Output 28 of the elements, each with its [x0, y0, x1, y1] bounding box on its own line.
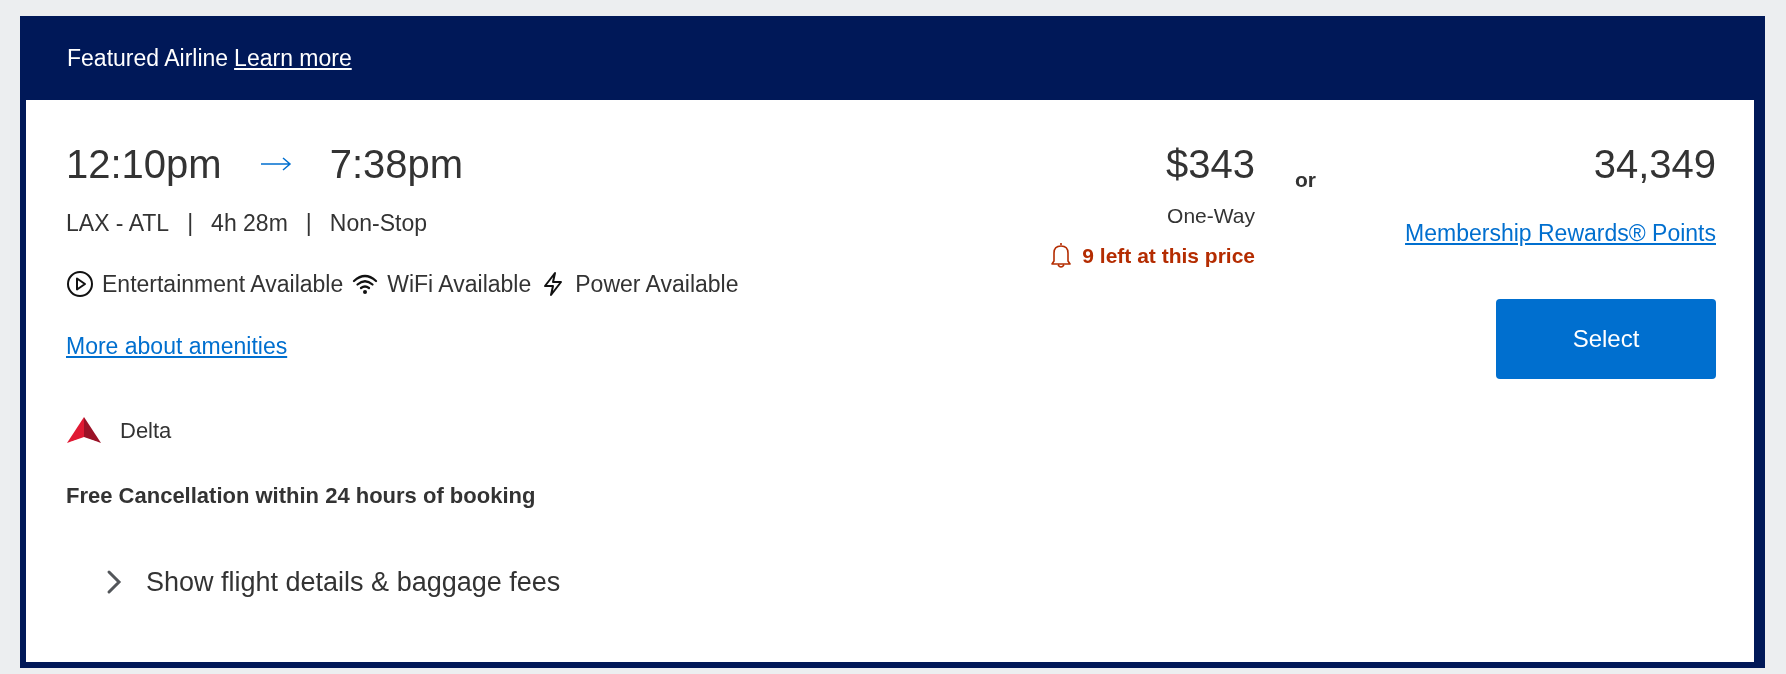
amenity-label: Power Available [575, 269, 739, 299]
amenity-label: WiFi Available [387, 269, 532, 299]
banner-label: Featured Airline [67, 43, 229, 73]
stops-text: Non-Stop [329, 209, 427, 238]
price-text: $343 [1166, 144, 1255, 184]
divider-text: | [187, 209, 194, 238]
arrow-icon [259, 157, 292, 171]
select-button[interactable]: Select [1496, 298, 1716, 379]
play-icon [66, 269, 94, 298]
airline-logo-icon [66, 416, 102, 444]
airline-name: Delta [120, 416, 172, 445]
amenity-label: Entertainment Available [102, 269, 344, 299]
route-text: LAX - ATL [66, 209, 170, 238]
duration-text: 4h 28m [211, 209, 288, 238]
arrival-time: 7:38pm [329, 144, 464, 184]
learn-more-link[interactable]: Learn more [234, 40, 352, 76]
flight-details-toggle[interactable]: Show flight details & baggage fees [106, 561, 561, 602]
cancellation-text: Free Cancellation within 24 hours of booking [66, 481, 536, 510]
points-amount: 34,349 [1593, 144, 1716, 184]
points-link[interactable]: Membership Rewards® Points [1405, 216, 1716, 251]
departure-time: 12:10pm [66, 144, 222, 184]
bell-icon [1050, 241, 1073, 270]
seats-left-text: 9 left at this price [1082, 242, 1255, 269]
or-text: or [1295, 167, 1316, 193]
chevron-icon [106, 568, 122, 595]
trip-type-text: One-Way [1167, 203, 1255, 229]
divider-text: | [305, 209, 312, 238]
amenities-link[interactable]: More about amenities [66, 333, 288, 359]
